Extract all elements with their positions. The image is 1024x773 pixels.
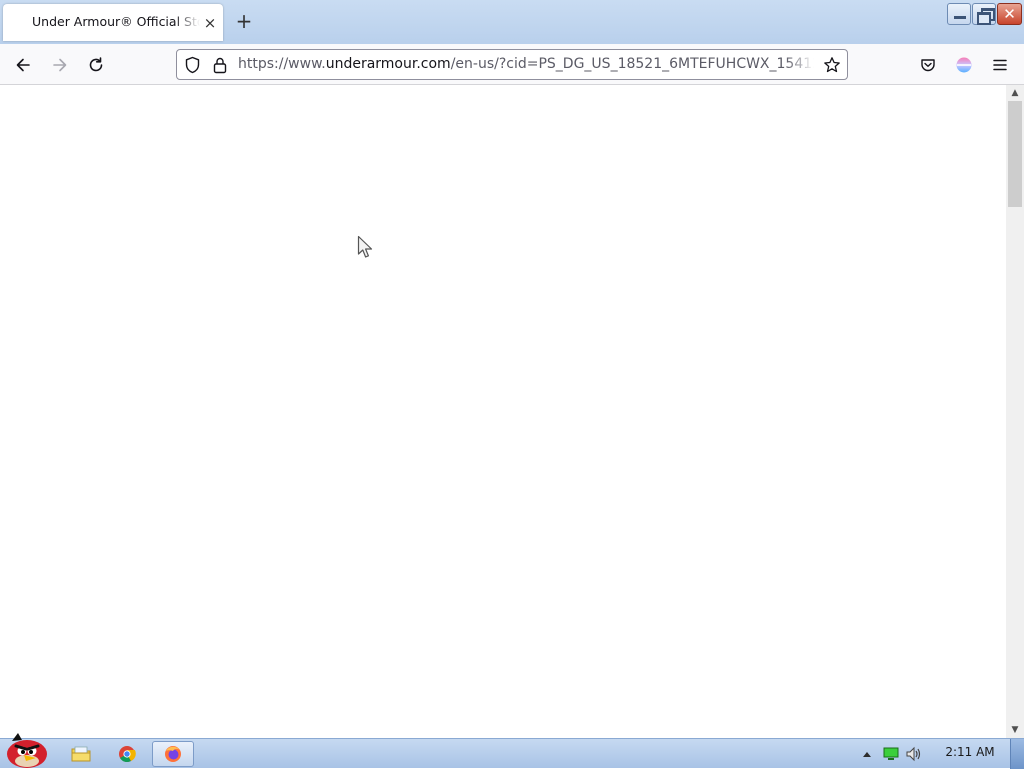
pocket-button[interactable] [915, 52, 941, 78]
close-icon: ✕ [1003, 5, 1016, 23]
scroll-up-button[interactable]: ▲ [1006, 85, 1024, 101]
account-icon [956, 57, 972, 73]
lock-icon[interactable] [212, 56, 228, 74]
back-button[interactable] [10, 52, 36, 78]
close-window-button[interactable]: ✕ [997, 3, 1022, 25]
url-domain: underarmour.com [325, 56, 451, 72]
new-tab-button[interactable]: + [232, 10, 256, 34]
network-icon [883, 747, 899, 760]
reload-button[interactable] [83, 52, 109, 78]
tab-strip: Under Armour® Official Store × + ✕ [0, 0, 1024, 44]
reload-icon [89, 57, 103, 72]
navigation-toolbar: https://www.underarmour.com/en-us/?cid=P… [0, 44, 1024, 85]
tab-close-button[interactable]: × [200, 13, 220, 33]
firefox-icon [165, 746, 181, 762]
start-button[interactable] [4, 731, 50, 769]
taskbar-explorer[interactable] [60, 741, 102, 767]
url-prefix: https://www. [238, 56, 326, 72]
scroll-down-button[interactable]: ▼ [1006, 722, 1024, 738]
mouse-cursor-icon [357, 235, 373, 258]
taskbar: 2:11 AM [0, 733, 1024, 769]
minimize-button[interactable] [947, 3, 971, 25]
taskbar-firefox[interactable] [152, 741, 194, 767]
volume-control[interactable] [905, 745, 923, 763]
account-button[interactable] [951, 52, 977, 78]
window-controls: ✕ [947, 3, 1022, 25]
page-content-area[interactable] [0, 85, 1006, 738]
network-status[interactable] [882, 745, 900, 763]
arrow-left-icon [16, 58, 30, 72]
taskbar-clock[interactable]: 2:11 AM [938, 745, 1002, 763]
show-hidden-icons-button[interactable] [858, 745, 876, 763]
show-desktop-button[interactable] [1010, 739, 1024, 769]
angry-bird-icon [7, 733, 47, 768]
address-bar[interactable]: https://www.underarmour.com/en-us/?cid=P… [176, 49, 848, 80]
scroll-thumb[interactable] [1008, 101, 1022, 207]
shield-icon[interactable] [184, 56, 201, 74]
volume-icon [906, 746, 921, 762]
arrow-right-icon [53, 58, 67, 72]
taskbar-chrome[interactable] [106, 741, 148, 767]
forward-button[interactable] [47, 52, 73, 78]
menu-button[interactable] [987, 52, 1013, 78]
chrome-icon [119, 746, 136, 763]
pocket-icon [921, 59, 935, 72]
url-path: /en-us/?cid=PS_DG_US_18521_6MTEFUHCWX_15… [450, 56, 814, 72]
chevron-up-icon [863, 752, 871, 757]
browser-tab[interactable]: Under Armour® Official Store × [3, 4, 223, 41]
url-text[interactable]: https://www.underarmour.com/en-us/?cid=P… [238, 56, 814, 74]
restore-button[interactable] [972, 3, 996, 25]
star-icon[interactable] [823, 56, 841, 74]
hamburger-menu-icon [993, 59, 1007, 71]
folder-icon [71, 746, 91, 762]
vertical-scrollbar[interactable]: ▲ ▼ [1006, 85, 1024, 738]
tab-title: Under Armour® Official Store [32, 14, 200, 29]
